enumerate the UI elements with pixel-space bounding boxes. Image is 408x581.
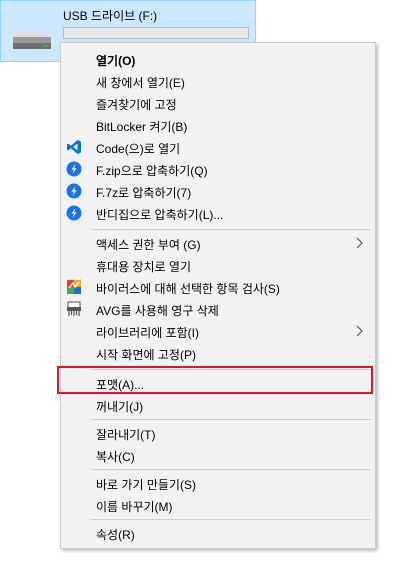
chevron-right-icon [356, 237, 363, 249]
vscode-icon [66, 139, 82, 155]
menu-item-label: 바이러스에 대해 선택한 항목 검사(S) [96, 282, 280, 296]
menu-separator [91, 229, 371, 230]
menu-item-compress-zip[interactable]: F.zip으로 압축하기(Q) [62, 158, 374, 180]
avg-scan-icon [66, 279, 82, 295]
menu-item-avg-shred[interactable]: AVG를 사용해 영구 삭제 [62, 298, 374, 320]
menu-item-copy[interactable]: 복사(C) [62, 444, 374, 466]
menu-separator [91, 519, 371, 520]
menu-item-label: 즐겨찾기에 고정 [96, 98, 177, 112]
format-highlight-box [57, 366, 373, 394]
menu-item-label: BitLocker 켜기(B) [96, 120, 188, 134]
bandizip-icon [66, 161, 82, 177]
menu-item-pin-quick-access[interactable]: 즐겨찾기에 고정 [62, 92, 374, 114]
menu-item-virus-scan[interactable]: 바이러스에 대해 선택한 항목 검사(S) [62, 276, 374, 298]
menu-item-label: 새 창에서 열기(E) [96, 76, 185, 90]
menu-item-label: 꺼내기(J) [96, 400, 144, 414]
menu-item-label: 열기(O) [96, 54, 136, 68]
menu-item-include-library[interactable]: 라이브러리에 포함(I) [62, 320, 374, 342]
menu-item-compress-bandizip[interactable]: 반디집으로 압축하기(L)... [62, 202, 374, 224]
menu-item-properties[interactable]: 속성(R) [62, 522, 374, 544]
usb-drive-icon [13, 31, 51, 49]
menu-item-open[interactable]: 열기(O) [62, 48, 374, 70]
menu-item-compress-7z[interactable]: F.7z로 압축하기(7) [62, 180, 374, 202]
menu-item-create-shortcut[interactable]: 바로 가기 만들기(S) [62, 472, 374, 494]
menu-separator [91, 419, 371, 420]
drive-usage-bar [63, 27, 249, 39]
menu-item-open-new-window[interactable]: 새 창에서 열기(E) [62, 70, 374, 92]
menu-item-label: 액세스 권한 부여 (G) [96, 238, 201, 252]
menu-item-label: AVG를 사용해 영구 삭제 [96, 304, 219, 318]
menu-item-label: F.7z로 압축하기(7) [96, 186, 192, 200]
menu-item-rename[interactable]: 이름 바꾸기(M) [62, 494, 374, 516]
menu-item-label: 라이브러리에 포함(I) [96, 326, 199, 340]
menu-item-label: 시작 화면에 고정(P) [96, 348, 196, 362]
bandizip-icon [66, 205, 82, 221]
menu-item-label: 반디집으로 압축하기(L)... [96, 208, 224, 222]
menu-item-open-portable-device[interactable]: 휴대용 장치로 열기 [62, 254, 374, 276]
menu-item-label: 바로 가기 만들기(S) [96, 478, 196, 492]
context-menu: 열기(O) 새 창에서 열기(E) 즐겨찾기에 고정 BitLocker 켜기(… [60, 42, 376, 549]
menu-item-label: 이름 바꾸기(M) [96, 500, 173, 514]
menu-item-label: Code(으)로 열기 [96, 142, 181, 156]
menu-item-label: 속성(R) [96, 528, 135, 542]
menu-item-eject[interactable]: 꺼내기(J) [62, 394, 374, 416]
menu-item-cut[interactable]: 잘라내기(T) [62, 422, 374, 444]
menu-item-label: 휴대용 장치로 열기 [96, 260, 191, 274]
menu-item-open-with-code[interactable]: Code(으)로 열기 [62, 136, 374, 158]
menu-item-label: 복사(C) [96, 450, 135, 464]
menu-item-pin-start[interactable]: 시작 화면에 고정(P) [62, 342, 374, 364]
bandizip-icon [66, 183, 82, 199]
shredder-icon [66, 301, 82, 317]
menu-item-label: F.zip으로 압축하기(Q) [96, 164, 208, 178]
menu-item-bitlocker[interactable]: BitLocker 켜기(B) [62, 114, 374, 136]
menu-item-give-access[interactable]: 액세스 권한 부여 (G) [62, 232, 374, 254]
drive-name: USB 드라이브 (F:) [63, 9, 158, 23]
menu-separator [91, 469, 371, 470]
menu-item-label: 잘라내기(T) [96, 428, 156, 442]
chevron-right-icon [356, 325, 363, 337]
